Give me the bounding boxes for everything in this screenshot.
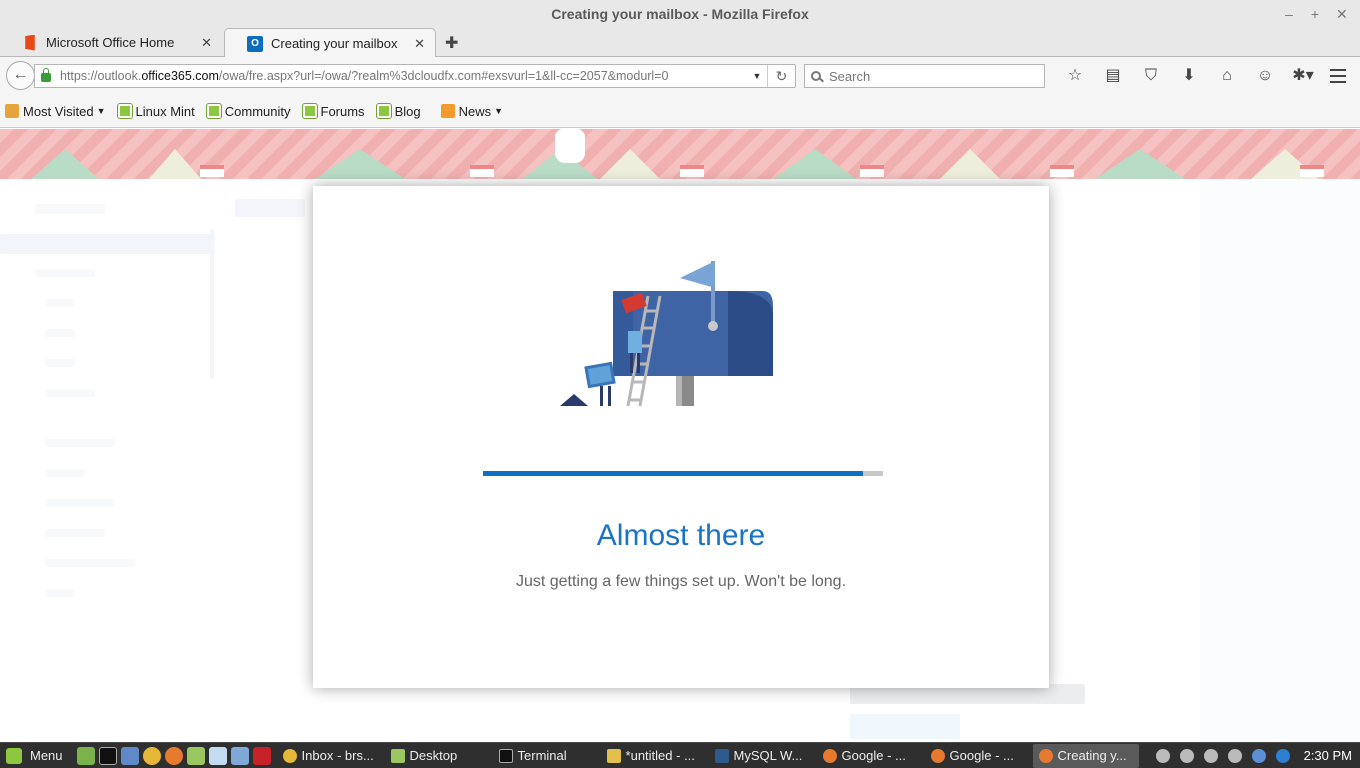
setup-progress-bar [483,471,883,476]
chevron-down-icon: ▼ [494,106,504,116]
package-icon[interactable] [230,746,249,765]
dialog-subtext: Just getting a few things set up. Won't … [515,573,847,590]
taskbar-item[interactable]: Google - ... [925,744,1031,768]
tab-label: Creating your mailbox [271,36,398,51]
tab-close-icon[interactable]: ✕ [414,36,425,52]
theme-banner [0,129,1360,179]
volume-icon[interactable] [1203,748,1218,763]
system-tray: 2:30 PM [1155,748,1360,763]
taskbar-item[interactable]: Terminal [493,744,599,768]
terminal-icon [498,748,513,763]
clock[interactable]: 2:30 PM [1304,748,1352,763]
firefox-icon [930,748,945,763]
lock-icon [41,68,51,82]
taskbar-item[interactable]: *untitled - ... [601,744,707,768]
taskbar-item[interactable]: Google - ... [817,744,923,768]
shield-icon[interactable] [1251,748,1266,763]
teamviewer-icon[interactable] [1275,748,1290,763]
chevron-down-icon: ▼ [96,106,106,116]
navigation-toolbar: ← https://outlook.office365.com/owa/fre.… [0,57,1360,95]
mint-icon [375,103,392,119]
network-icon[interactable] [1179,748,1194,763]
os-taskbar: Menu Inbox - brs... Desktop Terminal *un… [0,742,1360,768]
folder-icon [390,748,405,763]
mailbox-illustration [560,261,773,407]
show-desktop-icon[interactable] [76,746,95,765]
mailbox-setup-dialog: Almost there Just getting a few things s… [313,186,1049,688]
setup-progress-fill [483,471,863,476]
image-viewer-icon[interactable] [208,746,227,765]
mysql-icon [714,748,729,763]
reload-icon[interactable]: ↻ [767,65,795,87]
firefox-icon [822,748,837,763]
extension-icon[interactable]: ✱▾ [1284,64,1322,88]
brightness-icon[interactable] [1227,748,1242,763]
bookmark-linux-mint[interactable]: Linux Mint [116,103,195,119]
terminal-icon[interactable] [98,746,117,765]
mint-icon [116,103,133,119]
new-tab-icon[interactable]: ✚ [445,33,458,53]
downloads-icon[interactable]: ⬇ [1170,64,1208,88]
reading-list-icon[interactable]: ▤ [1094,64,1132,88]
pocket-icon[interactable]: ⛉ [1132,64,1170,88]
taskbar-item[interactable]: Desktop [385,744,491,768]
chrome-icon [282,748,297,763]
bookmark-forums[interactable]: Forums [301,103,365,119]
maximize-icon[interactable]: + [1310,0,1320,28]
files-icon[interactable] [186,746,205,765]
filezilla-icon[interactable] [252,746,271,765]
tab-close-icon[interactable]: ✕ [201,35,212,51]
tab-creating-mailbox[interactable]: O Creating your mailbox ✕ [224,28,436,58]
search-input[interactable]: Search [804,64,1045,88]
chat-icon[interactable]: ☺ [1246,64,1284,88]
rss-icon [440,104,455,118]
start-menu-button[interactable]: Menu [0,743,71,768]
editor-icon [606,748,621,763]
window-titlebar: Creating your mailbox - Mozilla Firefox … [0,0,1360,28]
menu-icon[interactable] [1330,69,1346,87]
bookmark-most-visited[interactable]: Most Visited ▼ [5,104,106,119]
quick-launcher [76,746,271,765]
chrome-icon[interactable] [142,746,161,765]
mint-logo-icon [6,747,22,764]
office-icon [25,34,35,51]
close-icon[interactable]: ✕ [1336,0,1348,28]
search-placeholder: Search [829,68,871,84]
back-arrow-icon: ← [12,66,29,83]
window-title: Creating your mailbox - Mozilla Firefox [551,6,809,22]
tab-office-home[interactable]: Microsoft Office Home ✕ [0,28,222,57]
mint-icon [205,103,222,119]
firefox-icon [1038,748,1053,763]
menu-label: Menu [30,748,63,763]
bookmarks-toolbar: Most Visited ▼ Linux Mint Community Forum… [0,95,1360,128]
url-bar[interactable]: https://outlook.office365.com/owa/fre.as… [34,64,796,88]
tab-label: Microsoft Office Home [46,35,175,50]
home-icon[interactable]: ⌂ [1208,64,1246,88]
outlook-icon: O [247,35,263,52]
lucky-cat-icon [555,129,585,163]
browser-icon[interactable] [120,746,139,765]
taskbar-item[interactable]: Inbox - brs... [277,744,383,768]
bookmark-news[interactable]: News ▼ [440,104,504,119]
dialog-heading: Almost there [596,519,766,552]
tab-strip: Microsoft Office Home ✕ O Creating your … [0,28,1360,58]
taskbar-item[interactable]: Creating y... [1032,743,1139,768]
url-history-dropdown-icon[interactable]: ▼ [747,71,767,81]
bookmark-star-icon[interactable]: ☆ [1056,64,1094,88]
folder-icon [5,104,19,118]
user-icon[interactable] [1155,748,1170,763]
mint-icon [301,103,318,119]
bookmark-community[interactable]: Community [205,103,291,119]
minimize-icon[interactable]: – [1284,0,1294,28]
search-icon [811,71,821,81]
taskbar-item[interactable]: MySQL W... [709,744,815,768]
back-button[interactable]: ← [6,61,35,90]
firefox-icon[interactable] [164,746,183,765]
url-text[interactable]: https://outlook.office365.com/owa/fre.as… [60,69,747,83]
bookmark-blog[interactable]: Blog [375,103,421,119]
